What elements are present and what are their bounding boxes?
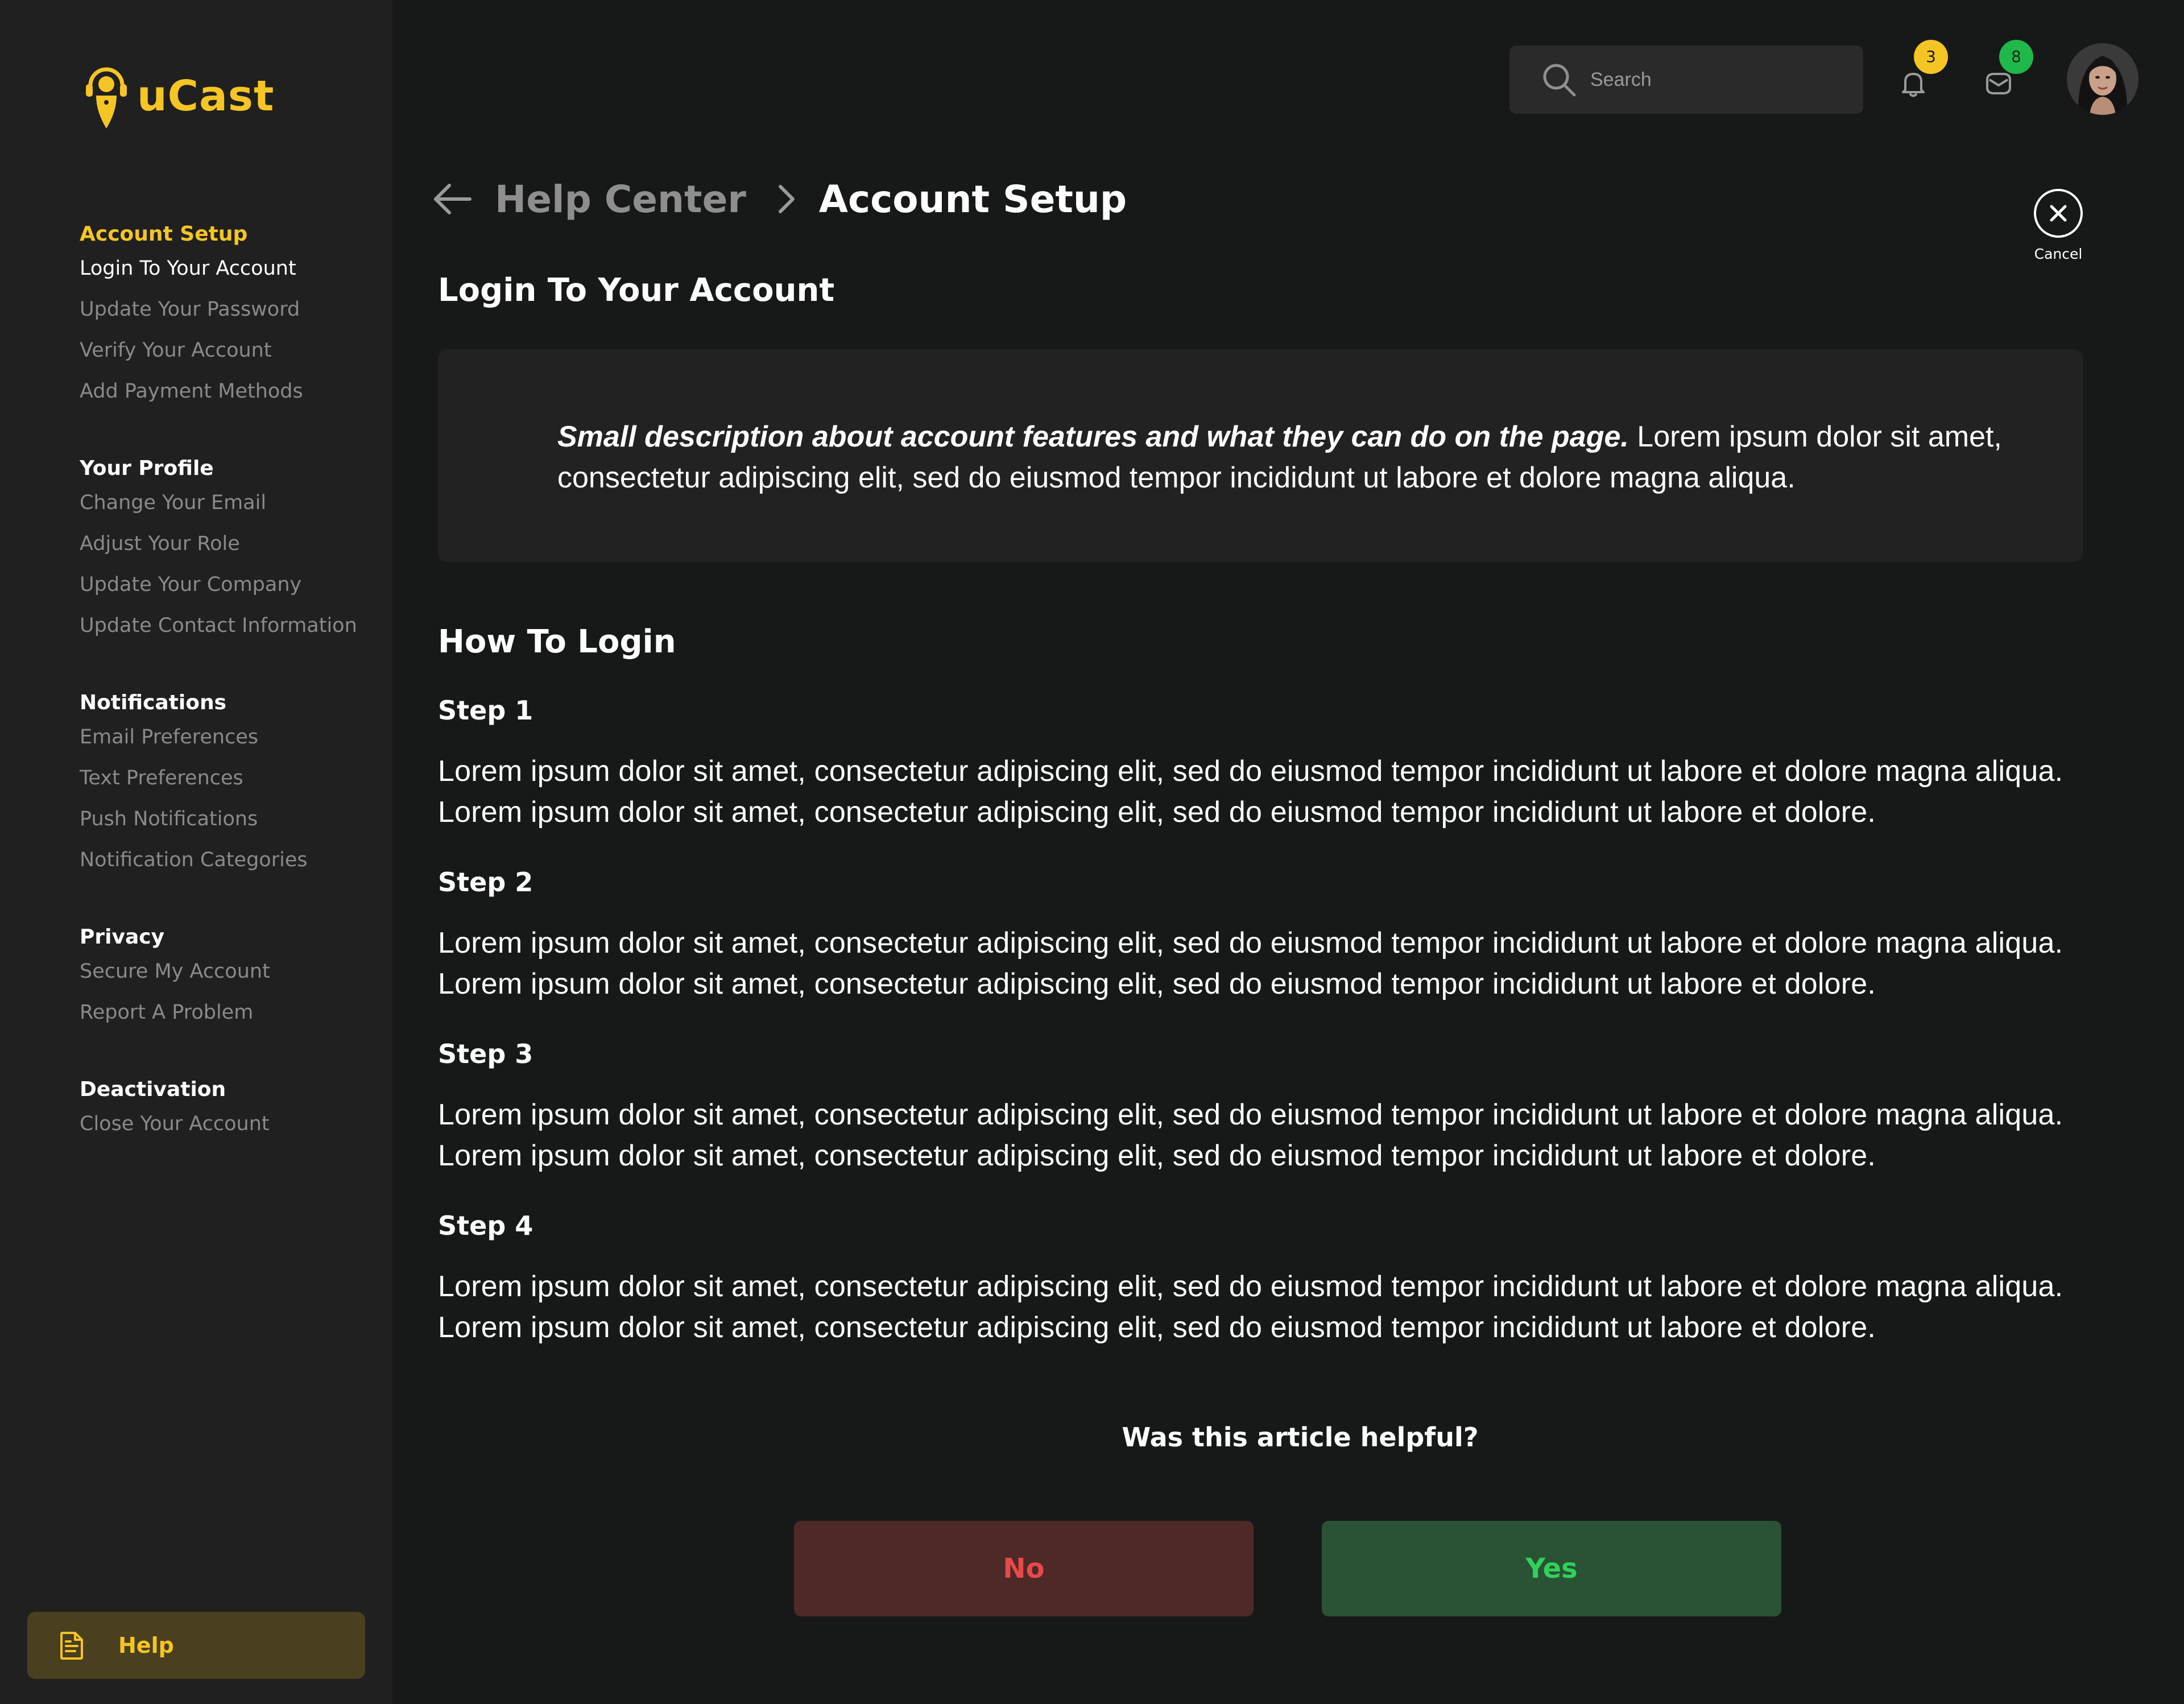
logo[interactable]: uCast [84,63,274,130]
nav-item[interactable]: Email Preferences [80,723,387,764]
nav-heading[interactable]: Deactivation [80,1076,387,1110]
nav-item[interactable]: Add Payment Methods [80,378,387,419]
step-heading: Step 3 [438,1039,533,1069]
step-heading: Step 2 [438,867,533,898]
step-heading: Step 1 [438,695,533,726]
nav-group-notifications: Notifications Email Preferences Text Pre… [80,689,387,887]
nav-item[interactable]: Change Your Email [80,489,387,530]
nav-heading[interactable]: Notifications [80,689,387,723]
search-input[interactable] [1590,63,1840,97]
nav-heading[interactable]: Privacy [80,924,387,958]
nav-item[interactable]: Adjust Your Role [80,530,387,571]
nav-heading[interactable]: Account Setup [80,221,387,255]
breadcrumb-parent-link[interactable]: Help Center [495,177,746,221]
sidebar: uCast Account Setup Login To Your Accoun… [0,0,392,1704]
messages-badge: 8 [1999,40,2033,74]
step-text: Lorem ipsum dolor sit amet, consectetur … [438,927,2063,1000]
user-avatar-image [2067,43,2138,115]
nav-item[interactable]: Update Your Company [80,571,387,612]
nav-group-privacy: Privacy Secure My Account Report A Probl… [80,924,387,1040]
nav-group-deactivation: Deactivation Close Your Account [80,1076,387,1151]
nav-item[interactable]: Notification Categories [80,846,387,887]
description-text: Small description about account features… [557,416,2013,498]
cancel-button[interactable] [2033,188,2084,239]
feedback-question: Was this article helpful? [1122,1422,1479,1453]
nav-item[interactable]: Close Your Account [80,1110,387,1151]
step-text: Lorem ipsum dolor sit amet, consectetur … [438,755,2063,829]
close-circle-icon [2034,189,2083,238]
nav-group-account-setup: Account Setup Login To Your Account Upda… [80,221,387,419]
article-title: Login To Your Account [438,272,835,309]
search-icon [1543,64,1576,97]
vote-no-button[interactable]: No [794,1521,1254,1616]
chevron-right-icon [778,185,795,213]
app: uCast Account Setup Login To Your Accoun… [0,0,2184,1704]
section-title: How To Login [438,623,676,660]
nav-item[interactable]: Secure My Account [80,958,387,999]
help-button[interactable]: Help [27,1612,365,1679]
nav-item[interactable]: Verify Your Account [80,337,387,378]
arrow-left-icon[interactable] [432,182,473,216]
document-icon [60,1632,83,1660]
step-heading: Step 4 [438,1210,533,1241]
nav-group-your-profile: Your Profile Change Your Email Adjust Yo… [80,455,387,653]
nav-heading[interactable]: Your Profile [80,455,387,489]
vote-yes-button[interactable]: Yes [1322,1521,1781,1616]
description-lead: Small description about account features… [557,420,1629,453]
avatar[interactable] [2067,43,2138,115]
microphone-pin-icon [86,67,127,129]
breadcrumb-current: Account Setup [818,177,1127,221]
description-card: Small description about account features… [438,349,2083,562]
brand-name: uCast [137,72,275,121]
search-bar[interactable] [1509,46,1863,114]
nav-item[interactable]: Push Notifications [80,805,387,846]
help-label: Help [118,1633,174,1658]
nav-item[interactable]: Text Preferences [80,764,387,805]
notifications-badge: 3 [1914,40,1948,74]
cancel-label: Cancel [2034,246,2083,262]
nav-item[interactable]: Update Contact Information [80,612,387,653]
help-nav: Account Setup Login To Your Account Upda… [80,221,387,1188]
step-text: Lorem ipsum dolor sit amet, consectetur … [438,1270,2063,1344]
nav-item[interactable]: Report A Problem [80,999,387,1040]
breadcrumb: Help Center Account Setup [432,172,1127,226]
nav-item[interactable]: Login To Your Account [80,255,387,296]
step-text: Lorem ipsum dolor sit amet, consectetur … [438,1098,2063,1172]
nav-item[interactable]: Update Your Password [80,296,387,337]
